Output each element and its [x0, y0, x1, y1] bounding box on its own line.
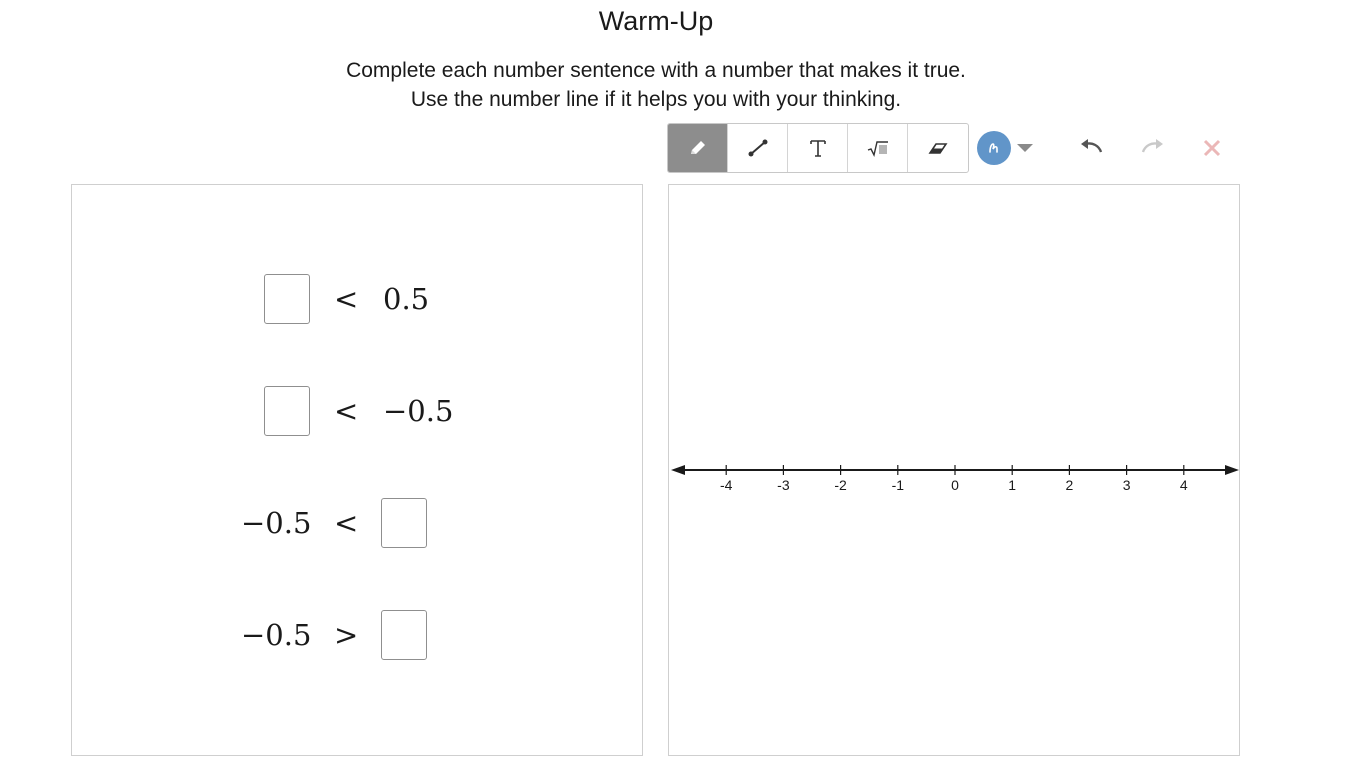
number-line-tick-label: -2 — [834, 477, 847, 493]
tool-group — [667, 123, 969, 173]
left-arrowhead — [671, 465, 685, 475]
close-icon — [1203, 139, 1221, 157]
redo-button[interactable] — [1137, 133, 1167, 163]
number-sentence-4: −0.5 > — [72, 609, 644, 661]
undo-icon — [1081, 139, 1103, 153]
right-value: −0.5 — [383, 394, 454, 428]
eraser-icon — [928, 143, 948, 154]
number-line-tick-label: 2 — [1066, 477, 1074, 493]
number-line-tick-label: -1 — [892, 477, 905, 493]
sketch-canvas[interactable]: -4 -3 -2 -1 0 1 2 3 4 — [668, 184, 1240, 756]
color-picker-button[interactable] — [977, 130, 1037, 166]
line-segment-icon — [748, 139, 767, 157]
answer-input-4[interactable] — [381, 610, 427, 660]
instruction-line-2: Use the number line if it helps you with… — [410, 88, 902, 111]
undo-button[interactable] — [1077, 133, 1107, 163]
eraser-tool-button[interactable] — [908, 124, 968, 172]
chevron-down-icon — [1017, 144, 1033, 152]
line-tool-button[interactable] — [728, 124, 788, 172]
instructions: Complete each number sentence with a num… — [0, 56, 1312, 114]
pencil-tool-button[interactable] — [668, 124, 728, 172]
pencil-icon — [690, 141, 705, 154]
right-arrowhead — [1225, 465, 1239, 475]
number-sentence-2: < −0.5 — [72, 385, 644, 437]
number-line-tick-label: -4 — [720, 477, 733, 493]
handwriting-icon — [989, 143, 998, 153]
page-title: Warm-Up — [598, 6, 714, 36]
number-sentences-panel: < 0.5 < −0.5 −0.5 < −0.5 > — [71, 184, 643, 756]
operator: < — [334, 506, 359, 540]
left-value: −0.5 — [241, 506, 312, 540]
number-line-tick-label: -3 — [777, 477, 790, 493]
number-sentence-3: −0.5 < — [72, 497, 644, 549]
number-line-tick-label: 1 — [1008, 477, 1016, 493]
text-tool-button[interactable] — [788, 124, 848, 172]
answer-input-3[interactable] — [381, 498, 427, 548]
instruction-line-1: Complete each number sentence with a num… — [346, 59, 966, 82]
right-value: 0.5 — [383, 282, 430, 316]
operator: < — [334, 282, 359, 316]
number-line-tick-label: 0 — [951, 477, 959, 493]
operator: < — [334, 394, 359, 428]
number-line: -4 -3 -2 -1 0 1 2 3 4 — [671, 465, 1239, 493]
text-tool-icon — [809, 140, 826, 157]
operator: > — [334, 618, 359, 652]
left-value: −0.5 — [241, 618, 312, 652]
number-line-tick-label: 4 — [1180, 477, 1188, 493]
clear-button[interactable] — [1197, 133, 1227, 163]
number-line-tick-label: 3 — [1123, 477, 1131, 493]
math-tool-button[interactable] — [848, 124, 908, 172]
math-tool-icon — [867, 141, 888, 158]
answer-input-2[interactable] — [264, 386, 310, 436]
redo-icon — [1141, 139, 1163, 153]
pen-color-swatch — [977, 131, 1011, 165]
answer-input-1[interactable] — [264, 274, 310, 324]
number-sentence-1: < 0.5 — [72, 273, 644, 325]
